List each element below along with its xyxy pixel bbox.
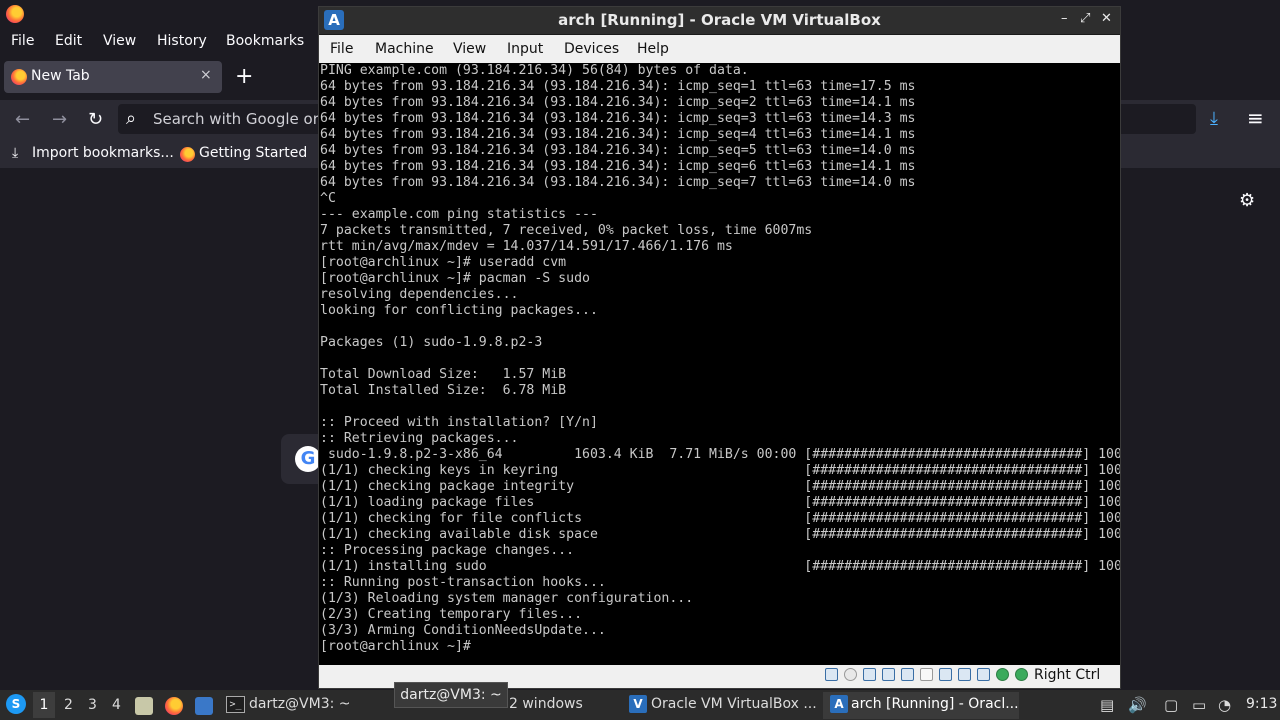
url-placeholder: Search with Google or e — [153, 110, 333, 128]
new-tab-button[interactable]: + — [235, 64, 253, 89]
start-menu-icon[interactable]: S — [6, 694, 26, 714]
files-icon[interactable]: ▢ — [1164, 696, 1178, 714]
firefox-logo-icon — [6, 5, 24, 23]
minimize-icon[interactable]: – — [1061, 11, 1068, 26]
taskbar-terminal-task[interactable]: dartz@VM3: ~ — [249, 696, 351, 712]
firefox-launcher-icon[interactable] — [165, 697, 183, 715]
firefox-menu-bookmarks[interactable]: Bookmarks — [226, 33, 304, 49]
workspace-2[interactable]: 2 — [64, 697, 73, 713]
vm-console-screen[interactable]: PING example.com (93.184.216.34) 56(84) … — [319, 63, 1120, 665]
workspace-1[interactable]: 1 — [33, 692, 55, 718]
bookmark-import[interactable]: Import bookmarks... — [32, 145, 174, 161]
close-icon[interactable]: ✕ — [1101, 11, 1112, 26]
firefox-menu-file[interactable]: File — [11, 33, 34, 49]
volume-icon[interactable]: 🔊 — [1128, 696, 1147, 714]
virtualbox-task-icon: V — [629, 695, 647, 713]
hamburger-menu-icon[interactable]: ≡ — [1247, 106, 1264, 130]
virtualbox-menubar — [319, 35, 1120, 63]
vbox-menu-help[interactable]: Help — [637, 41, 669, 57]
download-icon[interactable]: ⤓ — [1210, 108, 1218, 129]
virtualbox-title: arch [Running] - Oracle VM VirtualBox — [558, 11, 881, 29]
display-icon[interactable] — [939, 668, 952, 681]
forward-arrow-icon[interactable]: → — [52, 109, 67, 130]
hard-disk-icon[interactable] — [825, 668, 838, 681]
bookmark-getting-started[interactable]: Getting Started — [199, 145, 307, 161]
firefox-bookmark-icon — [180, 147, 195, 162]
taskbar-arch-task-label: arch [Running] - Oracl... — [851, 696, 1019, 712]
vbox-menu-input[interactable]: Input — [507, 41, 543, 57]
workspace-4[interactable]: 4 — [112, 697, 121, 713]
host-key-label: Right Ctrl — [1034, 667, 1101, 683]
workspace-3[interactable]: 3 — [88, 697, 97, 713]
vbox-menu-machine[interactable]: Machine — [375, 41, 434, 57]
audio-icon[interactable] — [863, 668, 876, 681]
taskbar-windows-group[interactable]: 2 windows — [509, 696, 583, 712]
tab-title: New Tab — [31, 68, 90, 84]
vbox-menu-devices[interactable]: Devices — [564, 41, 619, 57]
network-tray-icon[interactable]: ◔ — [1218, 696, 1231, 714]
desktop-icon[interactable] — [195, 697, 213, 715]
optical-drive-icon[interactable] — [844, 668, 857, 681]
vbox-menu-file[interactable]: File — [330, 41, 353, 57]
terminal-icon: >_ — [226, 696, 245, 713]
firefox-menu-view[interactable]: View — [103, 33, 136, 49]
firefox-tab-icon — [11, 69, 27, 85]
taskbar-virtualbox-task[interactable]: Oracle VM VirtualBox ... — [651, 696, 817, 712]
terminal-output: PING example.com (93.184.216.34) 56(84) … — [320, 63, 1120, 654]
shared-folders-icon[interactable] — [920, 668, 933, 681]
taskbar-tooltip: dartz@VM3: ~ — [394, 682, 508, 708]
import-icon: ⤓ — [12, 145, 19, 161]
back-arrow-icon[interactable]: ← — [15, 109, 30, 130]
tab-close-icon[interactable]: × — [200, 67, 212, 83]
reload-icon[interactable]: ↻ — [88, 109, 103, 130]
vbox-menu-view[interactable]: View — [453, 41, 486, 57]
clipboard-icon[interactable]: ▤ — [1100, 696, 1114, 714]
mouse-integration-icon[interactable] — [1015, 668, 1028, 681]
firefox-menu-edit[interactable]: Edit — [55, 33, 82, 49]
file-manager-icon[interactable] — [135, 697, 153, 715]
guest-additions-icon[interactable] — [996, 668, 1009, 681]
gear-icon[interactable]: ⚙ — [1239, 190, 1255, 211]
firefox-menu-history[interactable]: History — [157, 33, 207, 49]
search-icon: ⌕ — [126, 108, 137, 129]
recording-icon[interactable] — [958, 668, 971, 681]
display-tray-icon[interactable]: ▭ — [1192, 696, 1206, 714]
usb-icon[interactable] — [901, 668, 914, 681]
maximize-icon[interactable]: ⤢ — [1080, 11, 1090, 26]
virtualbox-vm-task-icon: A — [830, 695, 848, 713]
cpu-icon[interactable] — [977, 668, 990, 681]
network-icon[interactable] — [882, 668, 895, 681]
clock: 9:13 — [1246, 696, 1278, 712]
